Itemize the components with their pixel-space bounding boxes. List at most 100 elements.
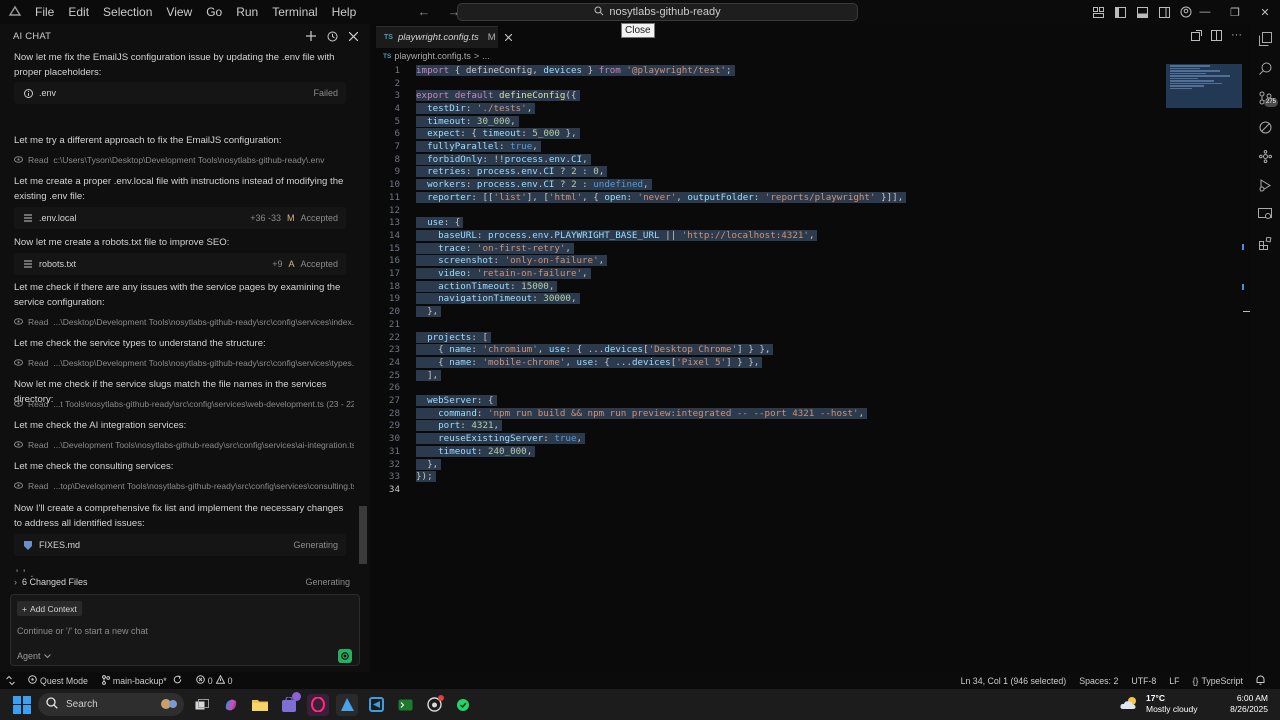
read-entry[interactable]: Read ...\Desktop\Development Tools\nosyt…	[14, 358, 354, 368]
indentation[interactable]: Spaces: 2	[1079, 676, 1118, 686]
code-line[interactable]: 24 { name: 'mobile-chrome', use: { ...de…	[370, 356, 1160, 369]
read-entry[interactable]: Read ...\Development Tools\nosytlabs-git…	[14, 440, 354, 450]
code-line[interactable]: 20 },	[370, 305, 1160, 318]
code-editor[interactable]: 1 import { defineConfig, devices } from '…	[370, 64, 1250, 504]
taskbar-search[interactable]: Search	[38, 693, 184, 716]
code-line[interactable]: 19 navigationTimeout: 30000,	[370, 293, 1160, 306]
menu-go[interactable]: Go	[199, 0, 229, 24]
system-clock[interactable]: 6:00 AM 8/26/2025	[1230, 693, 1268, 715]
notifications-bell-icon[interactable]	[1256, 675, 1265, 687]
terminal-app-icon[interactable]	[394, 694, 416, 716]
send-button[interactable]	[338, 649, 352, 663]
file-card[interactable]: robots.txt +9 A Accepted	[14, 253, 346, 275]
whatsapp-icon[interactable]	[452, 694, 474, 716]
encoding[interactable]: UTF-8	[1131, 676, 1156, 686]
code-line[interactable]: 6 expect: { timeout: 5_000 },	[370, 128, 1160, 141]
code-line[interactable]: 9 retries: process.env.CI ? 2 : 0,	[370, 166, 1160, 179]
toggle-secondary-sidebar-icon[interactable]	[1156, 4, 1172, 20]
add-context-button[interactable]: + Add Context	[17, 601, 82, 616]
minimap[interactable]	[1166, 64, 1242, 108]
code-line[interactable]: 32 },	[370, 458, 1160, 471]
sync-icon[interactable]	[173, 675, 182, 686]
menu-run[interactable]: Run	[229, 0, 265, 24]
code-line[interactable]: 8 forbidOnly: !!process.env.CI,	[370, 153, 1160, 166]
read-entry[interactable]: Read ...t Tools\nosytlabs-github-ready\s…	[14, 399, 354, 409]
extensions-icon[interactable]	[1257, 235, 1273, 251]
code-line[interactable]: 22 projects: [	[370, 331, 1160, 344]
code-line[interactable]: 26	[370, 382, 1160, 395]
code-line[interactable]: 25 ],	[370, 369, 1160, 382]
menu-file[interactable]: File	[28, 0, 61, 24]
code-line[interactable]: 7 fullyParallel: true,	[370, 140, 1160, 153]
customize-layout-icon[interactable]	[1090, 4, 1106, 20]
close-panel-icon[interactable]	[346, 29, 360, 43]
changed-files-toggle[interactable]: › 6 Changed Files Generating	[14, 574, 356, 590]
code-line[interactable]: 18 actionTimeout: 15000,	[370, 280, 1160, 293]
open-changes-icon[interactable]	[1191, 30, 1202, 44]
opera-browser-icon[interactable]	[307, 693, 329, 716]
cursor-position[interactable]: Ln 34, Col 1 (946 selected)	[961, 676, 1067, 686]
code-line[interactable]: 14 baseURL: process.env.PLAYWRIGHT_BASE_…	[370, 229, 1160, 242]
github-desktop-icon[interactable]	[423, 694, 445, 716]
explorer-icon[interactable]	[1257, 31, 1273, 47]
branch-indicator[interactable]: main-backup*	[102, 674, 182, 687]
code-line[interactable]: 15 trace: 'on-first-retry',	[370, 242, 1160, 255]
tab-playwright-config[interactable]: TS playwright.config.ts M	[376, 26, 512, 48]
weather-widget[interactable]: 17°C Mostly cloudy	[1120, 693, 1198, 715]
toggle-panel-icon[interactable]	[1134, 4, 1150, 20]
code-line[interactable]: 27 webServer: {	[370, 394, 1160, 407]
file-card[interactable]: .env Failed	[14, 82, 346, 104]
code-line[interactable]: 28 command: 'npm run build && npm run pr…	[370, 407, 1160, 420]
menu-terminal[interactable]: Terminal	[265, 0, 324, 24]
code-line[interactable]: 13 use: {	[370, 216, 1160, 229]
copilot-icon[interactable]	[220, 694, 242, 716]
remote-indicator-icon[interactable]	[6, 676, 15, 685]
more-actions-icon[interactable]: ···	[1231, 30, 1242, 44]
code-line[interactable]: 3 export default defineConfig({	[370, 89, 1160, 102]
split-editor-icon[interactable]	[1211, 30, 1222, 44]
code-line[interactable]: 1 import { defineConfig, devices } from '…	[370, 64, 1160, 77]
back-arrow-icon[interactable]: ←	[416, 4, 432, 20]
code-line[interactable]: 21	[370, 318, 1160, 331]
restore-icon[interactable]: ❐	[1220, 0, 1250, 24]
menu-help[interactable]: Help	[325, 0, 364, 24]
code-line[interactable]: 34	[370, 483, 1160, 496]
breadcrumb-file[interactable]: playwright.config.ts	[394, 51, 471, 61]
close-tab-icon[interactable]	[504, 34, 512, 41]
task-view-icon[interactable]	[191, 694, 213, 716]
read-entry[interactable]: Read ...top\Development Tools\nosytlabs-…	[14, 481, 354, 491]
menu-edit[interactable]: Edit	[61, 0, 96, 24]
read-entry[interactable]: Read c:\Users\Tyson\Desktop\Development …	[14, 155, 354, 165]
kiro-ghost-icon[interactable]	[1257, 148, 1273, 164]
code-line[interactable]: 29 port: 4321,	[370, 420, 1160, 433]
code-line[interactable]: 23 { name: 'chromium', use: { ...devices…	[370, 343, 1160, 356]
quest-mode[interactable]: Quest Mode	[28, 675, 88, 686]
toggle-primary-sidebar-icon[interactable]	[1112, 4, 1128, 20]
store-icon[interactable]	[278, 691, 301, 716]
menu-selection[interactable]: Selection	[96, 0, 159, 24]
code-line[interactable]: 33});	[370, 470, 1160, 483]
code-line[interactable]: 31 timeout: 240_000,	[370, 445, 1160, 458]
file-explorer-icon[interactable]	[249, 694, 271, 716]
read-entry[interactable]: Read ...\Desktop\Development Tools\nosyt…	[14, 317, 354, 327]
code-line[interactable]: 30 reuseExistingServer: true,	[370, 432, 1160, 445]
remote-explorer-icon[interactable]	[1257, 206, 1273, 222]
code-line[interactable]: 16 screenshot: 'only-on-failure',	[370, 255, 1160, 268]
search-icon[interactable]	[1257, 60, 1273, 76]
problems-indicator[interactable]: 0 0	[195, 674, 233, 686]
code-line[interactable]: 10 workers: process.env.CI ? 2 : undefin…	[370, 178, 1160, 191]
agent-mode-select[interactable]: Agent	[17, 651, 51, 661]
chat-scrollbar[interactable]	[359, 506, 367, 564]
code-line[interactable]: 5 timeout: 30_000,	[370, 115, 1160, 128]
close-window-icon[interactable]: ✕	[1250, 0, 1280, 24]
code-line[interactable]: 17 video: 'retain-on-failure',	[370, 267, 1160, 280]
windows-start-icon[interactable]	[13, 695, 31, 714]
menu-view[interactable]: View	[159, 0, 199, 24]
new-chat-icon[interactable]	[304, 29, 318, 43]
editor-app-icon[interactable]	[336, 693, 358, 716]
file-card[interactable]: .env.local +36 -33 M Accepted	[14, 207, 346, 229]
run-debug-icon[interactable]	[1257, 177, 1273, 193]
breadcrumb-symbol[interactable]: ...	[482, 51, 490, 61]
minimize-icon[interactable]: —	[1190, 0, 1220, 24]
code-line[interactable]: 11 reporter: [['list'], ['html', { open:…	[370, 191, 1160, 204]
